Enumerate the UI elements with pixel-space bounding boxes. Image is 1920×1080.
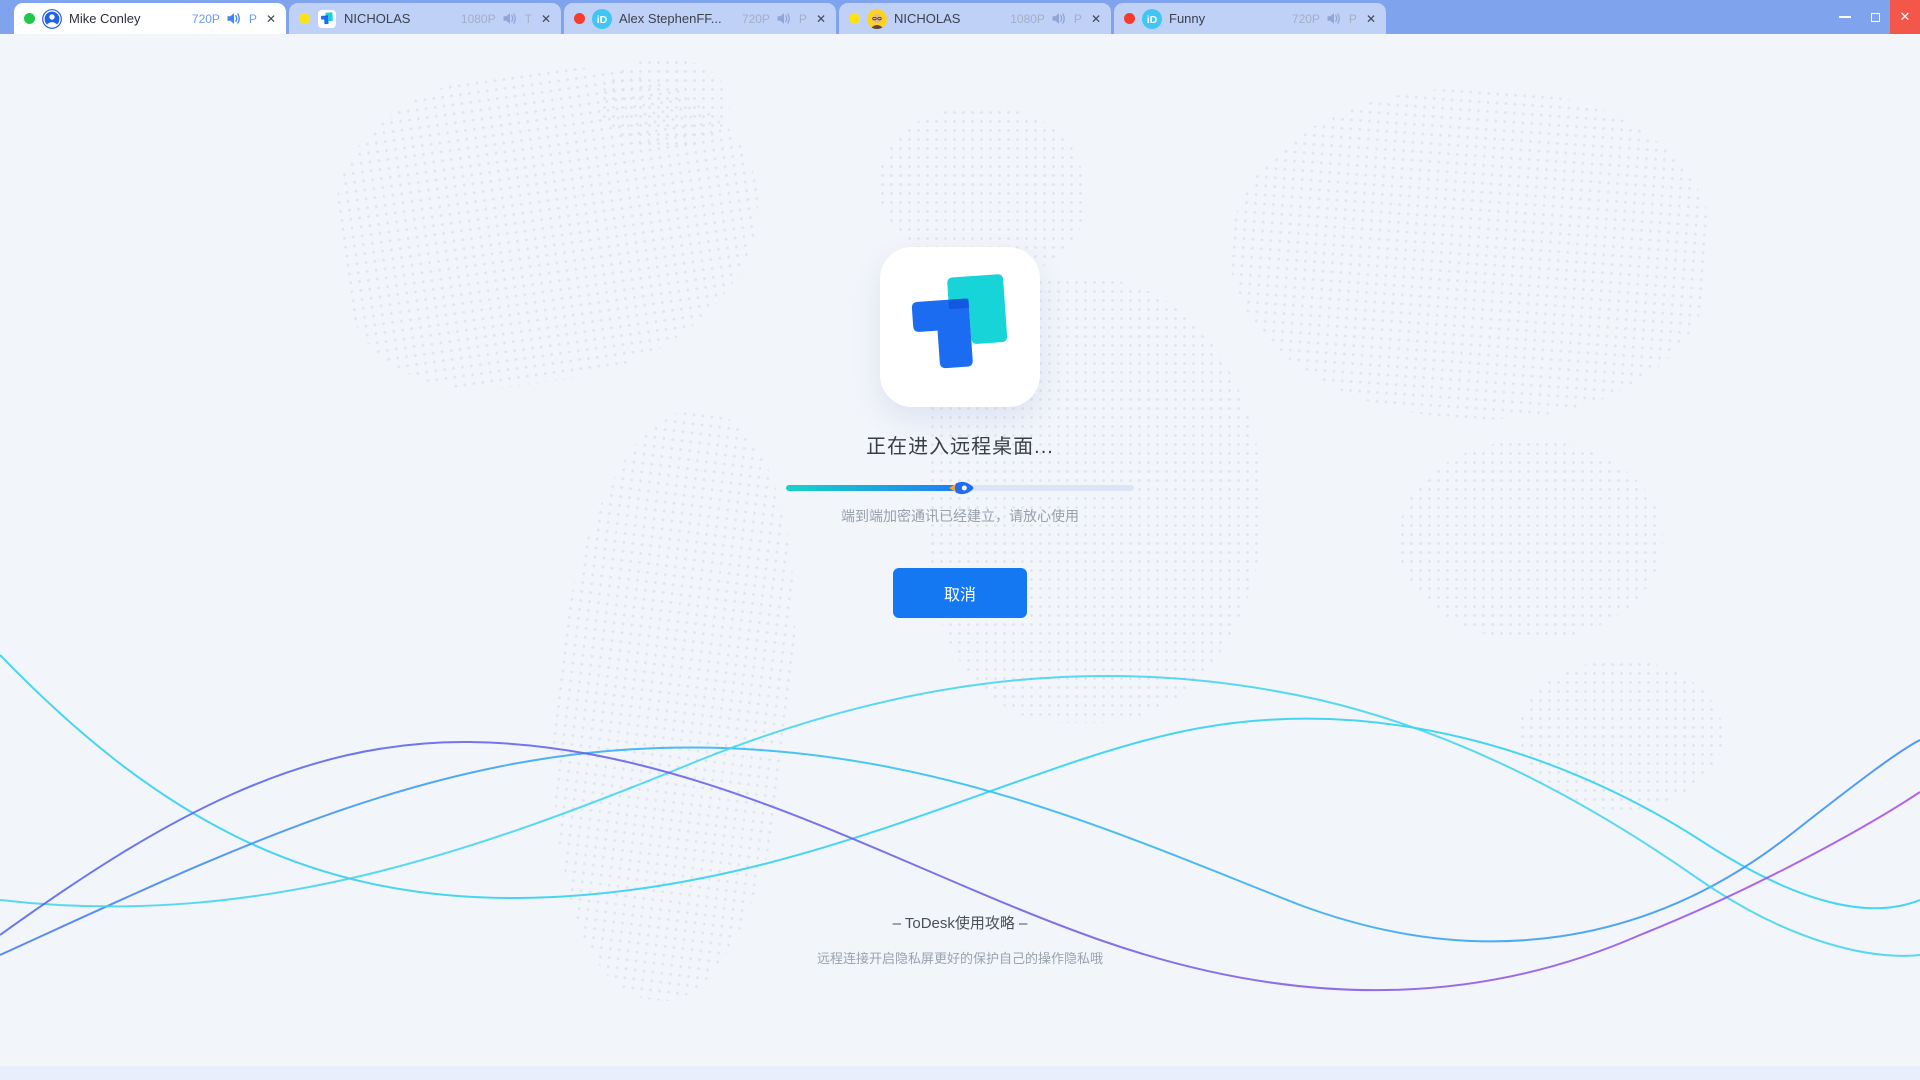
privacy-letter: P [249,12,257,26]
resolution-label: 1080P [461,12,496,26]
session-tab-funny[interactable]: iD Funny 720P P ✕ [1114,3,1386,34]
tab-name: NICHOLAS [344,11,454,26]
id-avatar-icon: iD [1142,9,1162,29]
tab-name: Mike Conley [69,11,185,26]
background-waves [0,600,1920,1080]
titlebar: Mike Conley 720P P ✕ NICHOLAS 1080P T ✕ … [0,0,1920,34]
svg-text:iD: iD [1147,14,1158,26]
session-tab-mike-conley[interactable]: Mike Conley 720P P ✕ [14,3,286,34]
user-avatar-icon [42,9,62,29]
dots-greenland [600,58,730,150]
guide-tip: 远程连接开启隐私屏更好的保护自己的操作隐私哦 [0,948,1920,967]
status-dot [849,13,860,24]
resolution-label: 720P [1292,12,1320,26]
tab-close-icon[interactable]: ✕ [539,12,551,26]
window-bottom-edge [0,1066,1920,1080]
rocket-icon [949,479,976,497]
connection-title: 正在进入远程桌面... [0,430,1920,459]
speaker-icon[interactable] [503,12,518,25]
svg-text:iD: iD [597,14,608,26]
maximize-button[interactable] [1860,0,1890,34]
status-dot [574,13,585,24]
tab-close-icon[interactable]: ✕ [1089,12,1101,26]
guide-title: – ToDesk使用攻略 – [0,912,1920,933]
connection-progress [786,483,1134,493]
tab-close-icon[interactable]: ✕ [1364,12,1376,26]
todesk-logo [880,247,1040,407]
window-close-button[interactable]: ✕ [1890,0,1920,34]
privacy-letter: P [1349,12,1357,26]
speaker-icon[interactable] [1327,12,1342,25]
resolution-label: 720P [192,12,220,26]
maximize-icon [1871,13,1880,22]
minimize-button[interactable] [1830,0,1860,34]
dots-asia [1219,72,1721,435]
todesk-logo-icon [317,9,337,29]
tab-close-icon[interactable]: ✕ [264,12,276,26]
privacy-letter: T [525,12,532,26]
cancel-button[interactable]: 取消 [893,568,1027,618]
tab-name: Funny [1169,11,1285,26]
todesk-logo-card [880,247,1040,407]
speaker-icon[interactable] [777,12,792,25]
status-dot [299,13,310,24]
encryption-status-text: 端到端加密通讯已经建立，请放心使用 [0,506,1920,526]
resolution-label: 720P [742,12,770,26]
privacy-letter: P [799,12,807,26]
tab-name: NICHOLAS [894,11,1003,26]
speaker-icon[interactable] [227,12,242,25]
minimize-icon [1839,16,1851,18]
speaker-icon[interactable] [1052,12,1067,25]
status-dot [1124,13,1135,24]
id-avatar-icon: iD [592,9,612,29]
tab-name: Alex StephenFF... [619,11,735,26]
progress-fill [786,485,963,491]
privacy-letter: P [1074,12,1082,26]
resolution-label: 1080P [1010,12,1045,26]
session-tab-nicholas-1[interactable]: NICHOLAS 1080P T ✕ [289,3,561,34]
window-controls: ✕ [1830,0,1920,34]
close-icon: ✕ [1900,9,1911,25]
photo-avatar-icon [867,9,887,29]
status-dot [24,13,35,24]
session-tab-nicholas-2[interactable]: NICHOLAS 1080P P ✕ [839,3,1111,34]
tab-close-icon[interactable]: ✕ [814,12,826,26]
session-tab-alex-stephen[interactable]: iD Alex StephenFF... 720P P ✕ [564,3,836,34]
